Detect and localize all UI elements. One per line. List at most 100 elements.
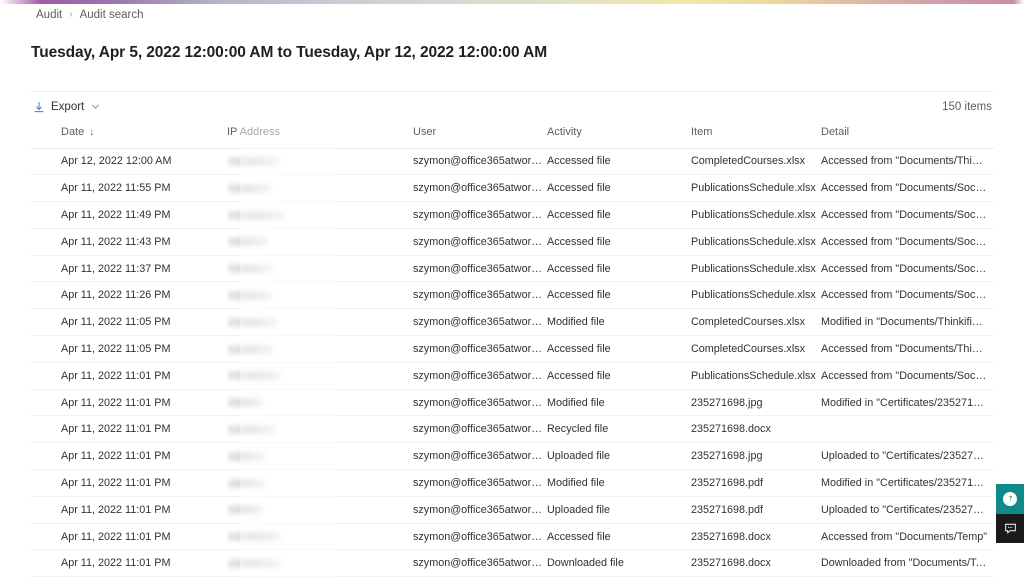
cell-ip-address [227, 523, 413, 551]
cell-detail: Accessed from "Documents/SocialMe… [821, 255, 994, 283]
cell-date: Apr 11, 2022 11:43 PM [31, 228, 227, 256]
column-header-ip-address-label: IP Address [227, 125, 280, 138]
table-row[interactable]: Apr 11, 2022 11:37 PM szymon@office365atw… [31, 255, 994, 283]
redacted-ip-address [227, 183, 271, 193]
cell-ip-address [227, 549, 413, 577]
cell-date: Apr 12, 2022 12:00 AM [31, 148, 227, 176]
table-row[interactable]: Apr 11, 2022 11:05 PM szymon@office365atw… [31, 308, 994, 337]
cell-detail: Downloaded from "Documents/Temp" [821, 549, 994, 577]
breadcrumb-item-audit[interactable]: Audit [36, 9, 62, 21]
cell-activity: Uploaded file [547, 496, 691, 524]
table-row[interactable]: Apr 11, 2022 11:01 PM szymon@office365atw… [31, 549, 994, 577]
cell-date: Apr 11, 2022 11:01 PM [31, 496, 227, 524]
table-row[interactable]: Apr 11, 2022 11:01 PM szymon@office365atw… [31, 496, 994, 524]
cell-user: szymon@office365atwork.com [413, 389, 547, 417]
table-row[interactable]: Apr 11, 2022 11:26 PM szymon@office365atw… [31, 281, 994, 310]
cell-ip-address [227, 281, 413, 310]
cell-item: CompletedCourses.xlsx [691, 308, 821, 337]
table-row[interactable]: Apr 11, 2022 11:01 PM szymon@office365atw… [31, 469, 994, 497]
cell-activity: Accessed file [547, 335, 691, 363]
cell-detail: Accessed from "Documents/SocialMe… [821, 228, 994, 256]
audit-results-table-container[interactable]: Date ↓ IP Address User Activity Item Deta… [31, 124, 994, 577]
cell-item: PublicationsSchedule.xlsx [691, 228, 821, 256]
table-header: Date ↓ IP Address User Activity Item Deta… [31, 124, 994, 148]
cell-activity: Accessed file [547, 255, 691, 283]
table-row[interactable]: Apr 11, 2022 11:55 PM szymon@office365atw… [31, 174, 994, 203]
breadcrumb: Audit › Audit search [36, 9, 144, 21]
table-row[interactable]: Apr 12, 2022 12:00 AM szymon@office365atw… [31, 148, 994, 176]
cell-activity: Accessed file [547, 523, 691, 551]
cell-detail [821, 415, 994, 444]
cell-date: Apr 11, 2022 11:26 PM [31, 281, 227, 310]
cell-detail: Modified in "Certificates/235271698" [821, 389, 994, 417]
help-widget-button[interactable] [996, 484, 1024, 514]
redacted-ip-address [227, 398, 263, 408]
redacted-ip-address [227, 558, 280, 568]
cell-ip-address [227, 496, 413, 524]
cell-user: szymon@office365atwork.com [413, 496, 547, 524]
cell-item: 235271698.docx [691, 549, 821, 577]
cell-detail: Accessed from "Documents/SocialMe… [821, 201, 994, 229]
cell-item: PublicationsSchedule.xlsx [691, 201, 821, 229]
column-header-date-label: Date [61, 125, 85, 138]
column-header-date[interactable]: Date ↓ [31, 124, 227, 148]
column-header-item[interactable]: Item [691, 124, 821, 148]
cell-item: 235271698.jpg [691, 442, 821, 471]
cell-user: szymon@office365atwork.com [413, 415, 547, 444]
cell-item: PublicationsSchedule.xlsx [691, 281, 821, 310]
table-row[interactable]: Apr 11, 2022 11:43 PM szymon@office365atw… [31, 228, 994, 256]
cell-item: PublicationsSchedule.xlsx [691, 255, 821, 283]
redacted-ip-address [227, 532, 280, 542]
redacted-ip-address [227, 264, 272, 274]
redacted-ip-address [227, 505, 263, 515]
redacted-ip-address [227, 237, 268, 247]
cell-detail: Accessed from "Documents/SocialMe… [821, 362, 994, 390]
table-row[interactable]: Apr 11, 2022 11:01 PM szymon@office365atw… [31, 523, 994, 551]
chevron-down-icon [91, 102, 100, 111]
audit-results-table: Date ↓ IP Address User Activity Item Deta… [31, 124, 994, 577]
cell-activity: Uploaded file [547, 442, 691, 471]
export-button[interactable]: Export [31, 98, 106, 116]
cell-item: 235271698.pdf [691, 469, 821, 497]
column-header-activity[interactable]: Activity [547, 124, 691, 148]
cell-activity: Accessed file [547, 148, 691, 176]
cell-detail: Accessed from "Documents/SocialMe… [821, 174, 994, 203]
cell-ip-address [227, 415, 413, 444]
column-header-user[interactable]: User [413, 124, 547, 148]
cell-detail: Modified in "Documents/Thinkific/Co… [821, 308, 994, 337]
floating-side-widgets [996, 484, 1024, 543]
cell-date: Apr 11, 2022 11:01 PM [31, 549, 227, 577]
breadcrumb-item-audit-search[interactable]: Audit search [80, 9, 144, 21]
table-row[interactable]: Apr 11, 2022 11:01 PM szymon@office365atw… [31, 389, 994, 417]
cell-ip-address [227, 469, 413, 497]
cell-date: Apr 11, 2022 11:05 PM [31, 335, 227, 363]
breadcrumb-separator-icon: › [69, 9, 73, 20]
cell-detail: Accessed from "Documents/Thinkific/… [821, 148, 994, 176]
cell-item: 235271698.pdf [691, 496, 821, 524]
cell-date: Apr 11, 2022 11:49 PM [31, 201, 227, 229]
table-row[interactable]: Apr 11, 2022 11:01 PM szymon@office365atw… [31, 415, 994, 444]
cell-user: szymon@office365atwork.com [413, 549, 547, 577]
cell-activity: Accessed file [547, 201, 691, 229]
feedback-widget-button[interactable] [996, 514, 1024, 543]
column-header-activity-label: Activity [547, 125, 582, 138]
cell-date: Apr 11, 2022 11:01 PM [31, 442, 227, 471]
page-title: Tuesday, Apr 5, 2022 12:00:00 AM to Tues… [31, 44, 548, 62]
cell-date: Apr 11, 2022 11:01 PM [31, 523, 227, 551]
column-header-ip-address[interactable]: IP Address [227, 124, 413, 148]
redacted-ip-address [227, 478, 265, 488]
table-row[interactable]: Apr 11, 2022 11:01 PM szymon@office365atw… [31, 442, 994, 471]
cell-ip-address [227, 335, 413, 363]
cell-ip-address [227, 362, 413, 390]
table-row[interactable]: Apr 11, 2022 11:01 PM szymon@office365atw… [31, 362, 994, 390]
cell-user: szymon@office365atwork.com [413, 255, 547, 283]
redacted-ip-address [227, 425, 275, 434]
cell-item: 235271698.docx [691, 415, 821, 444]
table-row[interactable]: Apr 11, 2022 11:49 PM szymon@office365atw… [31, 201, 994, 229]
cell-date: Apr 11, 2022 11:55 PM [31, 174, 227, 203]
column-header-detail[interactable]: Detail [821, 124, 994, 148]
cell-user: szymon@office365atwork.com [413, 148, 547, 176]
table-row[interactable]: Apr 11, 2022 11:05 PM szymon@office365atw… [31, 335, 994, 363]
cell-ip-address [227, 442, 413, 471]
cell-ip-address [227, 255, 413, 283]
